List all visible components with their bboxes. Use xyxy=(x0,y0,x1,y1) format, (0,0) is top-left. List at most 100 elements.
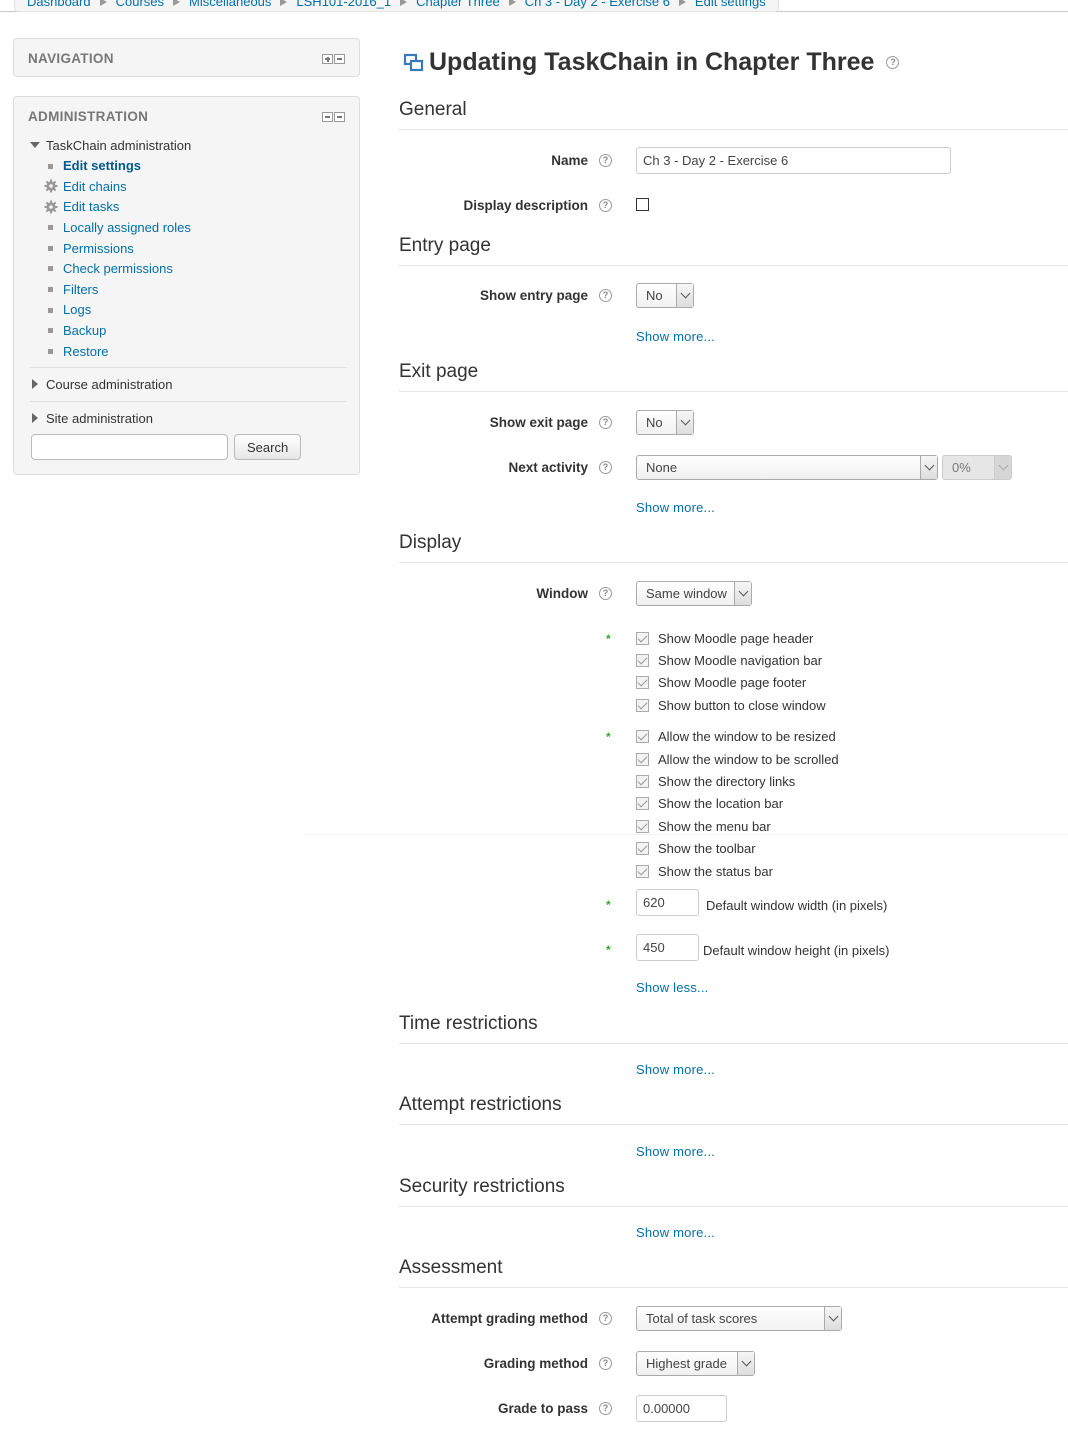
display-show-less-link[interactable]: Show less... xyxy=(636,980,709,995)
breadcrumb-course[interactable]: LSH101-2016_1 xyxy=(296,0,391,9)
edit-settings-link[interactable]: Edit settings xyxy=(63,158,141,173)
grading-method-value: Highest grade xyxy=(646,1356,727,1371)
section-display-header[interactable]: Display xyxy=(399,532,1068,563)
show-exit-page-value: No xyxy=(646,415,663,430)
checkbox-checked-icon[interactable] xyxy=(636,820,649,833)
expand-block-icon[interactable] xyxy=(322,54,333,64)
checkbox-checked-icon[interactable] xyxy=(636,730,649,743)
breadcrumb-activity[interactable]: Ch 3 - Day 2 - Exercise 6 xyxy=(525,0,670,9)
section-general-heading: General xyxy=(399,99,467,120)
help-icon[interactable]: ? xyxy=(599,289,612,302)
page-option-row[interactable]: Show button to close window xyxy=(636,698,826,713)
list-item: Permissions xyxy=(44,238,347,259)
checkbox-checked-icon[interactable] xyxy=(636,632,649,645)
chevron-down-icon xyxy=(924,460,935,471)
attempt-grading-method-select[interactable]: Total of task scores xyxy=(636,1306,842,1331)
edit-chains-link[interactable]: Edit chains xyxy=(63,179,127,194)
help-icon[interactable]: ? xyxy=(886,56,900,69)
checkbox-checked-icon[interactable] xyxy=(636,842,649,855)
restore-link[interactable]: Restore xyxy=(63,344,109,359)
help-icon[interactable]: ? xyxy=(599,1357,612,1370)
checkbox-checked-icon[interactable] xyxy=(636,865,649,878)
list-item: Edit chains xyxy=(44,176,347,197)
window-option-row[interactable]: Show the location bar xyxy=(636,796,783,811)
dock-block-icon[interactable] xyxy=(334,112,345,122)
section-entry-header[interactable]: Entry page xyxy=(399,235,1068,266)
security-show-more-link[interactable]: Show more... xyxy=(636,1225,715,1240)
name-field[interactable]: Ch 3 - Day 2 - Exercise 6 xyxy=(636,147,951,174)
breadcrumb-courses[interactable]: Courses xyxy=(116,0,164,9)
list-item: Edit settings xyxy=(44,156,347,177)
window-option-row[interactable]: Allow the window to be scrolled xyxy=(636,752,839,767)
logs-link[interactable]: Logs xyxy=(63,302,91,317)
breadcrumb-miscellaneous[interactable]: Miscellaneous xyxy=(189,0,271,9)
section-attempt-header[interactable]: Attempt restrictions xyxy=(399,1094,1068,1125)
block-controls xyxy=(322,112,345,122)
dock-block-icon[interactable] xyxy=(334,54,345,64)
time-show-more-link[interactable]: Show more... xyxy=(636,1062,715,1077)
help-icon[interactable]: ? xyxy=(599,154,612,167)
window-option-row[interactable]: Show the toolbar xyxy=(636,841,756,856)
admin-search-input[interactable] xyxy=(31,434,228,461)
gear-icon xyxy=(44,179,58,193)
breadcrumb-dashboard[interactable]: Dashboard xyxy=(27,0,91,9)
section-time-header[interactable]: Time restrictions xyxy=(399,1013,1068,1044)
help-icon[interactable]: ? xyxy=(599,587,612,600)
checkbox-checked-icon[interactable] xyxy=(636,775,649,788)
checkbox-checked-icon[interactable] xyxy=(636,753,649,766)
window-option-row[interactable]: Show the menu bar xyxy=(636,819,771,834)
breadcrumb-separator-icon xyxy=(508,0,516,6)
page-option-label: Show Moodle page footer xyxy=(658,675,807,690)
page-option-row[interactable]: Show Moodle navigation bar xyxy=(636,653,822,668)
display-description-checkbox[interactable] xyxy=(636,198,649,211)
help-icon[interactable]: ? xyxy=(599,1312,612,1325)
bullet-icon xyxy=(48,348,53,354)
backup-link[interactable]: Backup xyxy=(63,323,106,338)
course-administration-node[interactable]: Course administration xyxy=(30,374,347,395)
section-security-header[interactable]: Security restrictions xyxy=(399,1176,1068,1207)
list-item: Backup xyxy=(44,320,347,341)
breadcrumb-edit-settings[interactable]: Edit settings xyxy=(695,0,766,9)
help-icon[interactable]: ? xyxy=(599,461,612,474)
entry-show-more-link[interactable]: Show more... xyxy=(636,329,715,344)
section-assessment-header[interactable]: Assessment xyxy=(399,1257,1068,1288)
check-permissions-link[interactable]: Check permissions xyxy=(63,261,173,276)
checkbox-checked-icon[interactable] xyxy=(636,699,649,712)
page-option-row[interactable]: Show Moodle page footer xyxy=(636,675,806,690)
window-width-input[interactable]: 620 xyxy=(636,889,699,916)
help-icon[interactable]: ? xyxy=(599,199,612,212)
next-activity-label: Next activity xyxy=(508,460,588,475)
exit-show-more-link[interactable]: Show more... xyxy=(636,500,715,515)
breadcrumb-chapter[interactable]: Chapter Three xyxy=(416,0,500,9)
next-activity-percent-value: 0% xyxy=(952,460,971,475)
show-entry-page-select[interactable]: No xyxy=(636,283,694,308)
section-general-header[interactable]: General xyxy=(399,99,1068,130)
section-exit-header[interactable]: Exit page xyxy=(399,361,1068,392)
site-administration-node[interactable]: Site administration xyxy=(30,408,347,429)
window-option-row[interactable]: Allow the window to be resized xyxy=(636,729,836,744)
window-height-input[interactable]: 450 xyxy=(636,934,699,961)
checkbox-checked-icon[interactable] xyxy=(636,797,649,810)
show-exit-page-select[interactable]: No xyxy=(636,410,694,435)
collapse-block-icon[interactable] xyxy=(322,112,333,122)
filters-link[interactable]: Filters xyxy=(63,282,98,297)
checkbox-checked-icon[interactable] xyxy=(636,654,649,667)
next-activity-select[interactable]: None xyxy=(636,455,938,480)
edit-tasks-link[interactable]: Edit tasks xyxy=(63,199,119,214)
help-icon[interactable]: ? xyxy=(599,1402,612,1415)
grading-method-select[interactable]: Highest grade xyxy=(636,1351,755,1376)
window-select[interactable]: Same window xyxy=(636,581,752,606)
window-option-label: Allow the window to be resized xyxy=(658,729,836,744)
attempt-show-more-link[interactable]: Show more... xyxy=(636,1144,715,1159)
checkbox-checked-icon[interactable] xyxy=(636,676,649,689)
next-activity-percent-select[interactable]: 0% xyxy=(942,455,1012,480)
grade-to-pass-input[interactable]: 0.00000 xyxy=(636,1395,727,1422)
help-icon[interactable]: ? xyxy=(599,416,612,429)
permissions-link[interactable]: Permissions xyxy=(63,241,134,256)
taskchain-administration-node[interactable]: TaskChain administration xyxy=(30,135,347,156)
window-option-row[interactable]: Show the status bar xyxy=(636,864,773,879)
page-option-row[interactable]: Show Moodle page header xyxy=(636,631,813,646)
locally-assigned-roles-link[interactable]: Locally assigned roles xyxy=(63,220,191,235)
search-button[interactable]: Search xyxy=(234,434,302,461)
window-option-row[interactable]: Show the directory links xyxy=(636,774,795,789)
